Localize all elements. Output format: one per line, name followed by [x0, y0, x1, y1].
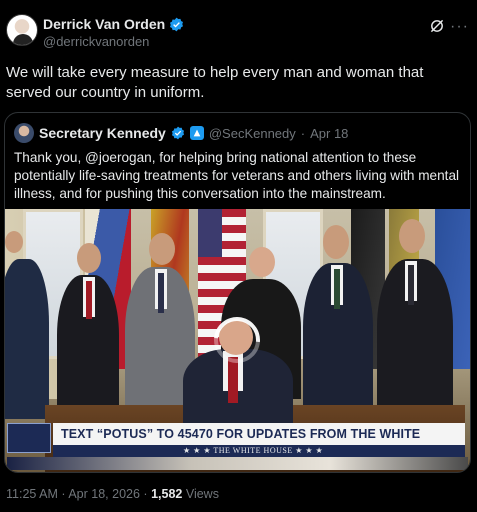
quote-author-name[interactable]: Secretary Kennedy — [39, 125, 166, 141]
media-tie — [228, 357, 238, 403]
media-tie — [408, 265, 414, 305]
author-avatar[interactable] — [6, 14, 38, 46]
media-tie — [158, 273, 164, 313]
media-person-head — [249, 247, 275, 277]
media-person-head — [323, 225, 349, 259]
verified-badge-icon — [170, 17, 184, 31]
quote-date[interactable]: Apr 18 — [310, 126, 348, 141]
media-flag — [198, 209, 222, 257]
tweet-date[interactable]: Apr 18, 2026 — [68, 487, 140, 501]
verified-badge-icon — [171, 126, 184, 140]
media-person-head — [399, 219, 425, 253]
lower-third-sub: ★ ★ ★ THE WHITE HOUSE ★ ★ ★ — [53, 445, 465, 457]
meta-separator: · — [61, 487, 66, 501]
views-label: Views — [185, 487, 219, 501]
author-handle[interactable]: @derrickvanorden — [43, 34, 149, 49]
author-name-row: Derrick Van Orden — [43, 16, 184, 32]
media-tie — [86, 281, 92, 319]
author-name[interactable]: Derrick Van Orden — [43, 16, 165, 32]
quote-avatar[interactable] — [14, 123, 34, 143]
media-lower-third: TEXT “POTUS” TO 45470 FOR UPDATES FROM T… — [7, 423, 468, 470]
quote-text: Thank you, @joerogan, for helping bring … — [14, 150, 460, 201]
quote-media-video[interactable]: TEXT “POTUS” TO 45470 FOR UPDATES FROM T… — [5, 209, 470, 472]
media-tie — [334, 269, 340, 309]
media-person-head — [5, 231, 23, 253]
quote-author-handle[interactable]: @SecKennedy — [209, 126, 296, 141]
quoted-tweet[interactable]: Secretary Kennedy @SecKennedy · Apr 18 T… — [4, 112, 471, 473]
meta-separator: · — [143, 487, 148, 501]
tweet-meta: 11:25 AM · Apr 18, 2026 · 1,582 Views — [6, 487, 219, 501]
media-person — [5, 259, 49, 419]
more-icon[interactable]: ··· — [450, 18, 469, 36]
quote-header: Secretary Kennedy @SecKennedy · Apr 18 — [14, 123, 348, 143]
quote-separator: · — [300, 125, 306, 141]
tweet-text: We will take every measure to help every… — [6, 64, 424, 101]
lower-third-bottom — [7, 457, 468, 470]
grok-icon[interactable] — [429, 18, 445, 34]
views-count: 1,582 — [151, 487, 183, 501]
government-badge-icon — [189, 126, 204, 140]
tweet-time[interactable]: 11:25 AM — [6, 487, 58, 501]
tweet-header: Derrick Van Orden @derrickvanorden ··· — [6, 12, 471, 52]
lower-third-text: TEXT “POTUS” TO 45470 FOR UPDATES FROM T… — [53, 423, 465, 463]
media-person-head — [77, 243, 101, 273]
white-house-seal-icon — [7, 423, 51, 453]
media-person-head — [149, 233, 175, 265]
